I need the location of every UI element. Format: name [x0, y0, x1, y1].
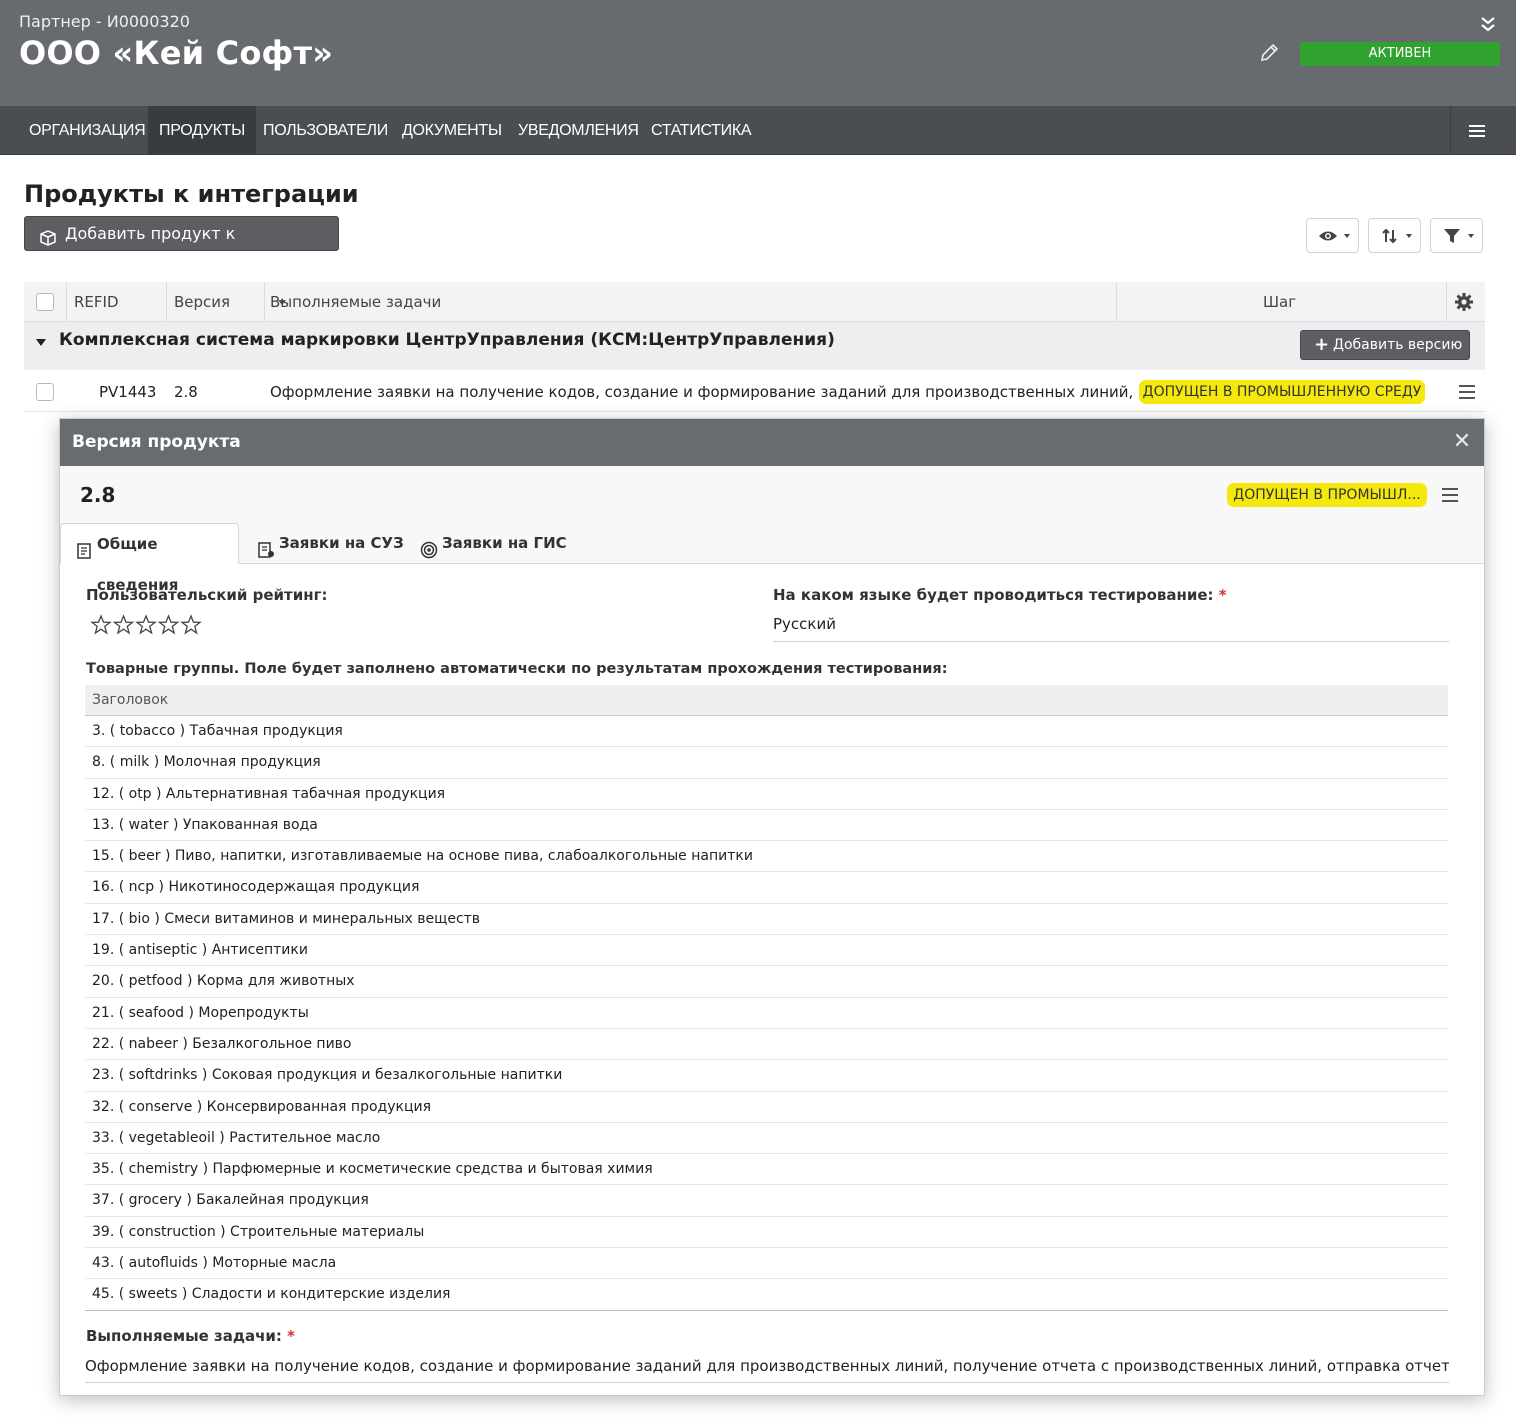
table-row: 21. ( seafood ) Морепродукты	[85, 998, 1448, 1029]
cell-refid: PV1443	[99, 383, 157, 401]
add-version-label: Добавить версию	[1333, 337, 1463, 353]
star-icon	[112, 614, 135, 635]
step-badge: ДОПУЩЕН В ПРОМЫШЛЕННУЮ СРЕДУ	[1139, 380, 1425, 404]
column-tasks[interactable]: Выполняемые задачи	[270, 282, 441, 322]
tab-gis-requests-label: Заявки на ГИС	[442, 534, 567, 552]
tasks-value: Оформление заявки на получение кодов, со…	[85, 1357, 1449, 1375]
document-icon	[75, 535, 93, 559]
star-icon	[180, 614, 202, 635]
product-group-title: Комплексная система маркировки ЦентрУпра…	[59, 330, 835, 350]
language-label: На каком языке будет проводиться тестиро…	[773, 586, 1227, 604]
row-checkbox[interactable]	[36, 383, 54, 401]
required-mark: *	[1218, 586, 1227, 604]
table-row: 17. ( bio ) Смеси витаминов и минеральны…	[85, 904, 1448, 936]
partner-id-label: Партнер - И0000320	[19, 12, 190, 31]
tab-gis-requests[interactable]: Заявки на ГИС	[406, 523, 567, 564]
table-row: 37. ( grocery ) Бакалейная продукция	[85, 1185, 1448, 1217]
modal-title: Версия продукта	[72, 432, 241, 452]
sort-arrows-icon	[1382, 228, 1397, 244]
chevron-double-down-icon[interactable]	[1476, 12, 1500, 36]
language-label-text: На каком языке будет проводиться тестиро…	[773, 586, 1214, 604]
column-version[interactable]: Версия	[174, 282, 230, 322]
cell-version: 2.8	[174, 383, 198, 401]
main-nav: ОРГАНИЗАЦИЯ ПРОДУКТЫ ПОЛЬЗОВАТЕЛИ ДОКУМЕ…	[0, 106, 1516, 155]
table-row: 15. ( beer ) Пиво, напитки, изготавливае…	[85, 841, 1448, 873]
add-product-label: Добавить продукт к интеграции	[65, 224, 236, 276]
table-row: 32. ( conserve ) Консервированная продук…	[85, 1092, 1448, 1123]
table-row: 3. ( tobacco ) Табачная продукция	[85, 716, 1448, 748]
version-number: 2.8	[80, 483, 116, 507]
tab-users[interactable]: ПОЛЬЗОВАТЕЛИ	[252, 106, 399, 155]
groups-table: 3. ( tobacco ) Табачная продукция 8. ( mi…	[85, 716, 1448, 1311]
tab-general-info[interactable]: Общие сведения	[60, 523, 239, 594]
filter-button[interactable]	[1430, 218, 1483, 253]
table-row: 13. ( water ) Упакованная вода	[85, 810, 1448, 842]
table-row: 16. ( ncp ) Никотиносодержащая продукция	[85, 872, 1448, 904]
language-field-underline	[773, 641, 1449, 642]
tab-suz-requests[interactable]: Заявки на СУЗ	[243, 523, 404, 564]
table-row: 39. ( construction ) Строительные матери…	[85, 1217, 1448, 1249]
tab-statistics[interactable]: СТАТИСТИКА	[640, 106, 762, 155]
pencil-icon[interactable]	[1258, 42, 1280, 64]
table-row[interactable]: PV1443 2.8 Оформление заявки на получени…	[24, 372, 1485, 412]
hamburger-menu-icon[interactable]	[1450, 106, 1516, 155]
sort-button[interactable]	[1368, 218, 1421, 253]
rating-label: Пользовательский рейтинг:	[86, 586, 328, 604]
close-icon[interactable]: ✕	[1450, 430, 1474, 454]
tab-documents[interactable]: ДОКУМЕНТЫ	[391, 106, 513, 155]
table-row: 8. ( milk ) Молочная продукция	[85, 747, 1448, 779]
expand-arrow-icon[interactable]	[36, 339, 46, 346]
column-step[interactable]: Шаг	[1263, 282, 1296, 322]
tab-notifications[interactable]: УВЕДОМЛЕНИЯ	[507, 106, 650, 155]
tasks-label-text: Выполняемые задачи:	[86, 1327, 282, 1345]
table-row: 45. ( sweets ) Сладости и кондитерские и…	[85, 1279, 1448, 1311]
groups-table-header: Заголовок	[85, 685, 1448, 716]
add-product-button[interactable]: Добавить продукт к интеграции	[24, 216, 339, 276]
table-row: 23. ( softdrinks ) Соковая продукция и б…	[85, 1060, 1448, 1092]
required-mark: *	[287, 1327, 296, 1345]
cell-tasks: Оформление заявки на получение кодов, со…	[270, 383, 1172, 401]
tasks-label: Выполняемые задачи: *	[86, 1327, 295, 1345]
gear-icon[interactable]	[1454, 292, 1474, 312]
user-rating-stars[interactable]	[90, 614, 205, 636]
table-row: 12. ( otp ) Альтернативная табачная прод…	[85, 779, 1448, 810]
tab-suz-requests-label: Заявки на СУЗ	[279, 534, 404, 552]
tab-products[interactable]: ПРОДУКТЫ	[148, 106, 256, 155]
tab-organization[interactable]: ОРГАНИЗАЦИЯ	[18, 106, 156, 155]
table-row: 35. ( chemistry ) Парфюмерные и косметич…	[85, 1154, 1448, 1186]
language-value: Русский	[773, 615, 836, 633]
star-icon	[90, 614, 112, 635]
target-icon	[420, 534, 438, 559]
select-all-checkbox[interactable]	[36, 293, 54, 311]
table-row: 22. ( nabeer ) Безалкогольное пиво	[85, 1029, 1448, 1061]
table-row: 20. ( petfood ) Корма для животных	[85, 966, 1448, 998]
modal-menu-icon[interactable]	[1442, 488, 1458, 502]
product-group-row[interactable]: Комплексная система маркировки ЦентрУпра…	[24, 322, 1485, 370]
add-version-button[interactable]: + Добавить версию	[1300, 330, 1470, 360]
row-menu-icon[interactable]	[1459, 385, 1475, 399]
document-list-icon	[257, 534, 275, 558]
modal-subheader: 2.8 ДОПУЩЕН В ПРОМЫШЛ... Общие сведения …	[60, 466, 1484, 594]
star-icon	[135, 614, 157, 635]
version-status-badge: ДОПУЩЕН В ПРОМЫШЛ...	[1227, 483, 1427, 507]
product-groups-label: Товарные группы. Поле будет заполнено ав…	[86, 661, 948, 677]
page-title: Продукты к интеграции	[24, 180, 359, 208]
eye-icon	[1319, 231, 1337, 241]
star-icon	[157, 614, 180, 635]
view-options-button[interactable]	[1306, 218, 1359, 253]
table-row: 19. ( antiseptic ) Антисептики	[85, 935, 1448, 967]
column-refid[interactable]: REFID	[74, 282, 119, 322]
modal-header: Версия продукта ✕	[60, 419, 1484, 466]
table-row: 43. ( autofluids ) Моторные масла	[85, 1248, 1448, 1280]
table-header: REFID Версия Выполняемые задачи Шаг	[24, 282, 1485, 322]
product-version-modal: Версия продукта ✕ 2.8 ДОПУЩЕН В ПРОМЫШЛ.…	[59, 418, 1485, 1396]
filter-icon	[1444, 229, 1460, 243]
status-badge: АКТИВЕН	[1300, 42, 1500, 66]
plus-icon: +	[1314, 334, 1330, 355]
org-title: ООО «Кей Софт»	[19, 34, 334, 72]
tasks-field-underline	[85, 1382, 1449, 1383]
table-row: 33. ( vegetableoil ) Растительное масло	[85, 1123, 1448, 1155]
partner-header: Партнер - И0000320 ООО «Кей Софт» АКТИВЕ…	[0, 0, 1516, 106]
box-icon	[39, 225, 57, 246]
